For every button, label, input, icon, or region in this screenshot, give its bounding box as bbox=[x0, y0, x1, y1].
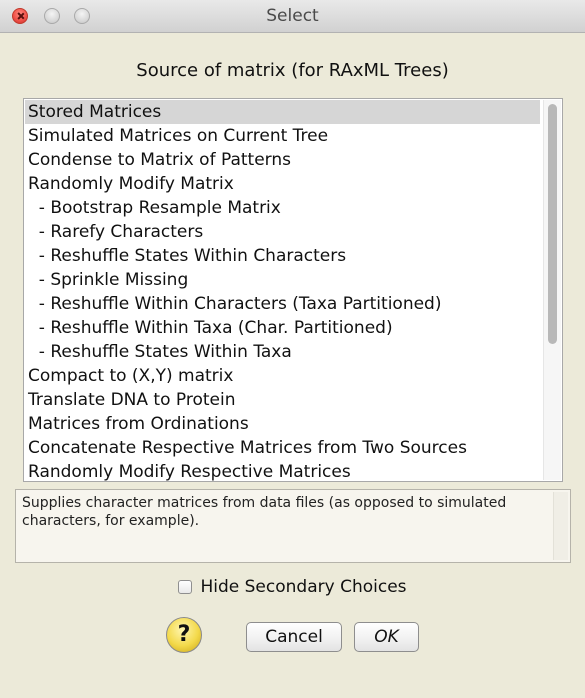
hide-secondary-row[interactable]: Hide Secondary Choices bbox=[0, 576, 585, 598]
description-text: Supplies character matrices from data fi… bbox=[22, 495, 507, 529]
ok-button[interactable]: OK bbox=[354, 622, 419, 652]
cancel-button[interactable]: Cancel bbox=[246, 622, 342, 652]
select-dialog: Select Source of matrix (for RAxML Trees… bbox=[0, 0, 585, 698]
description-scrollbar[interactable] bbox=[553, 492, 568, 560]
list-item[interactable]: Randomly Modify Respective Matrices bbox=[25, 460, 540, 481]
list-item[interactable]: Translate DNA to Protein bbox=[25, 388, 540, 412]
list-item[interactable]: Compact to (X,Y) matrix bbox=[25, 364, 540, 388]
list-item[interactable]: - Reshuffle Within Taxa (Char. Partition… bbox=[25, 316, 540, 340]
list-scrollbar[interactable] bbox=[543, 100, 561, 480]
list-item[interactable]: - Reshuffle States Within Characters bbox=[25, 244, 540, 268]
list-item[interactable]: - Bootstrap Resample Matrix bbox=[25, 196, 540, 220]
list-item[interactable]: - Sprinkle Missing bbox=[25, 268, 540, 292]
window-title: Select bbox=[266, 6, 319, 26]
list-item[interactable]: Randomly Modify Matrix bbox=[25, 172, 540, 196]
help-button[interactable]: ? bbox=[166, 617, 202, 653]
list-item[interactable]: Matrices from Ordinations bbox=[25, 412, 540, 436]
list-item[interactable]: Stored Matrices bbox=[25, 100, 540, 124]
list-item[interactable]: - Reshuffle Within Characters (Taxa Part… bbox=[25, 292, 540, 316]
title-bar: Select bbox=[0, 0, 585, 33]
list-scroll-thumb[interactable] bbox=[548, 104, 557, 344]
dialog-heading: Source of matrix (for RAxML Trees) bbox=[136, 60, 449, 81]
hide-secondary-label[interactable]: Hide Secondary Choices bbox=[200, 577, 406, 597]
list-item[interactable]: Simulated Matrices on Current Tree bbox=[25, 124, 540, 148]
list-item[interactable]: - Reshuffle States Within Taxa bbox=[25, 340, 540, 364]
description-box: Supplies character matrices from data fi… bbox=[15, 489, 571, 563]
matrix-source-list[interactable]: Stored Matrices Simulated Matrices on Cur… bbox=[23, 98, 563, 482]
hide-secondary-checkbox[interactable] bbox=[178, 579, 193, 594]
list-item[interactable]: - Rarefy Characters bbox=[25, 220, 540, 244]
list-item[interactable]: Condense to Matrix of Patterns bbox=[25, 148, 540, 172]
list-item[interactable]: Concatenate Respective Matrices from Two… bbox=[25, 436, 540, 460]
